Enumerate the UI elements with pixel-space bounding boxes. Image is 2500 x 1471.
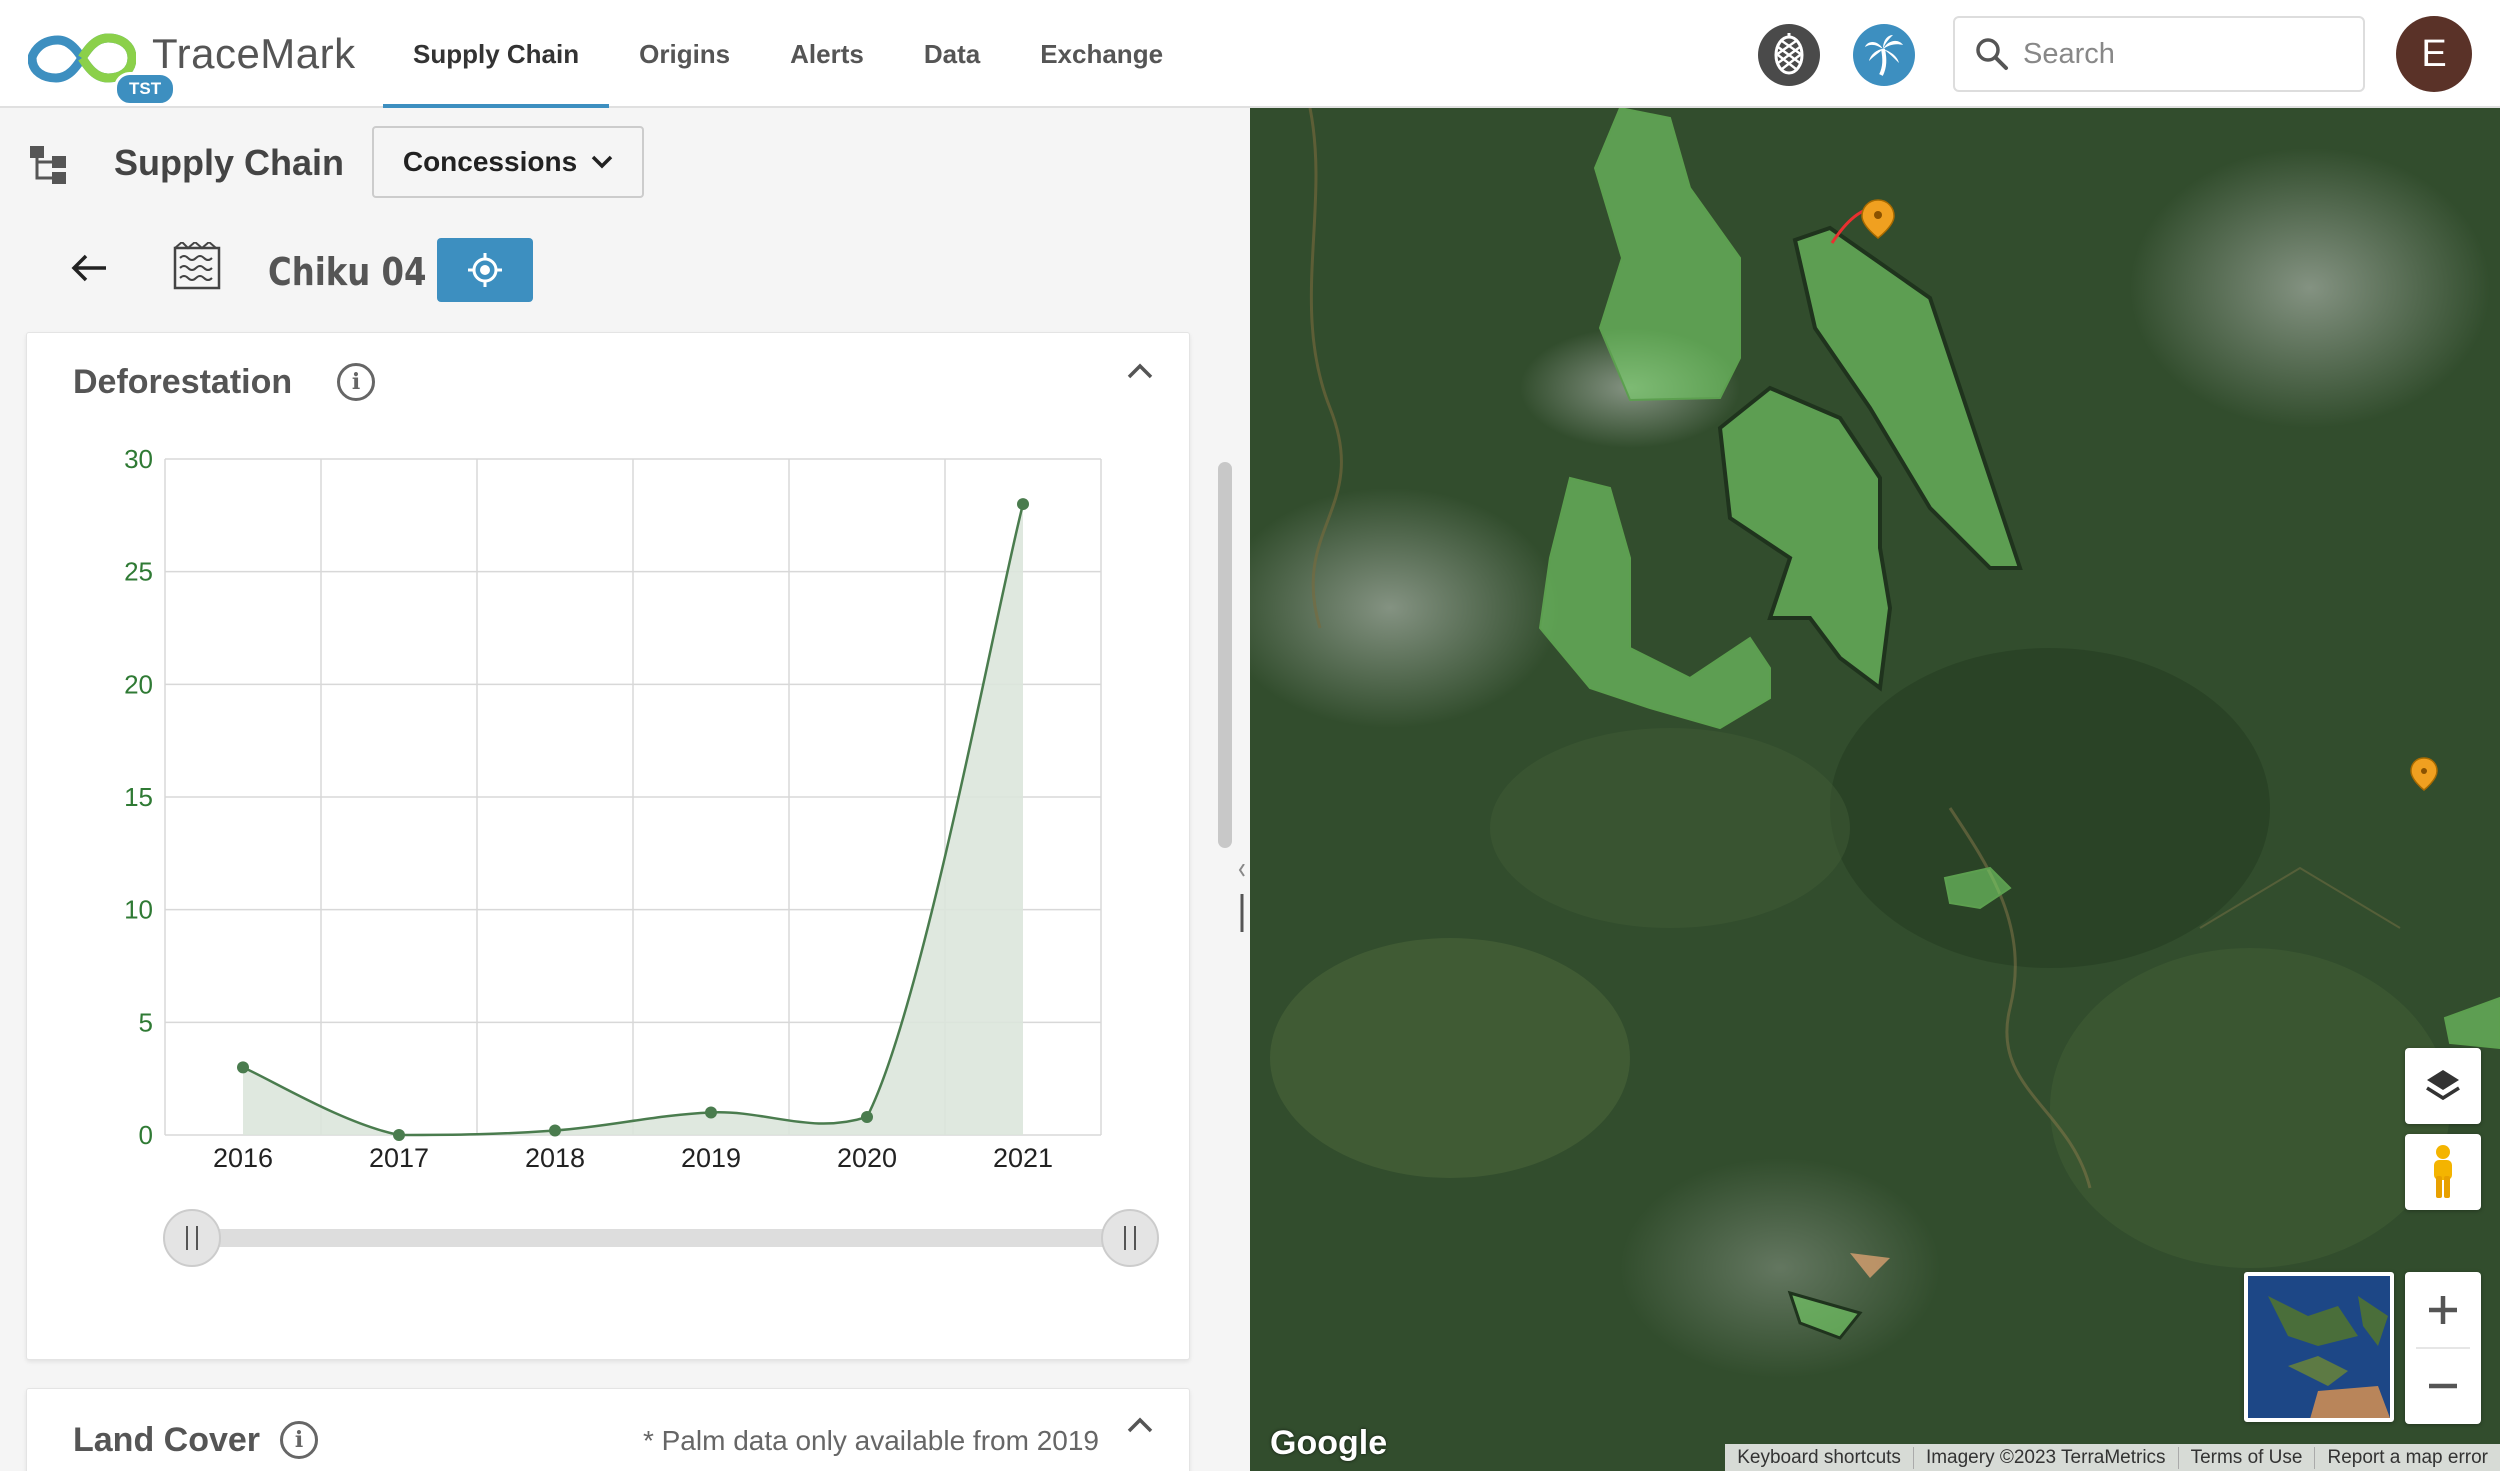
y-tick-label: 20: [124, 669, 153, 699]
land-cover-card: Land Cover i * Palm data only available …: [26, 1388, 1190, 1471]
panel-scrollbar[interactable]: [1218, 462, 1232, 848]
zoom-in-button[interactable]: [2405, 1272, 2481, 1347]
search-box[interactable]: [1953, 16, 2365, 92]
y-tick-label: 15: [124, 782, 153, 812]
locate-on-map-button[interactable]: [437, 238, 533, 302]
keyboard-shortcuts-link[interactable]: Keyboard shortcuts: [1725, 1447, 1913, 1469]
data-point: [705, 1106, 717, 1119]
entity-type-dropdown[interactable]: Concessions: [372, 126, 644, 198]
data-point: [549, 1124, 561, 1137]
terms-of-use-link[interactable]: Terms of Use: [2177, 1446, 2315, 1469]
commodity-pinecone-button[interactable]: [1758, 24, 1820, 86]
palm-tree-icon: [1865, 35, 1903, 76]
search-input[interactable]: [2023, 37, 2343, 71]
slider-handle-end[interactable]: [1101, 1209, 1159, 1267]
satellite-imagery: [1250, 108, 2500, 1471]
tab-alerts[interactable]: Alerts: [760, 0, 894, 108]
zoom-out-button[interactable]: [2405, 1349, 2481, 1424]
street-view-button[interactable]: [2405, 1134, 2481, 1210]
top-bar: TraceMark TST Supply Chain Origins Alert…: [0, 0, 2500, 108]
back-arrow-icon[interactable]: [70, 248, 110, 288]
tab-origins[interactable]: Origins: [609, 0, 760, 108]
plus-icon: [2429, 1295, 2457, 1324]
x-tick-label: 2017: [369, 1143, 429, 1173]
layers-icon: [2426, 1070, 2460, 1101]
tab-supply-chain[interactable]: Supply Chain: [383, 0, 610, 108]
slider-handle-start[interactable]: [163, 1209, 221, 1267]
tab-exchange[interactable]: Exchange: [1010, 0, 1193, 108]
hierarchy-icon: [30, 146, 66, 184]
year-range-slider[interactable]: [163, 1207, 1159, 1267]
map-view[interactable]: Google Keyboard shortcuts Imagery ©2023 …: [1250, 108, 2500, 1471]
info-icon[interactable]: i: [280, 1421, 318, 1459]
report-map-error-link[interactable]: Report a map error: [2314, 1446, 2500, 1469]
panel-title: Supply Chain: [114, 142, 345, 183]
y-tick-label: 0: [139, 1120, 153, 1150]
x-tick-label: 2019: [681, 1143, 741, 1173]
pinecone-icon: [1774, 33, 1804, 75]
env-badge: TST: [114, 72, 177, 106]
chevron-down-icon: [591, 155, 613, 169]
user-avatar[interactable]: E: [2396, 16, 2472, 92]
collapse-chevron-icon[interactable]: [1127, 1417, 1153, 1433]
y-tick-label: 10: [124, 895, 153, 925]
tab-data[interactable]: Data: [894, 0, 1010, 108]
app-logo[interactable]: TraceMark TST: [28, 22, 368, 106]
imagery-credit: Imagery ©2023 TerraMetrics: [1912, 1446, 2178, 1469]
crosshair-icon: [468, 253, 502, 287]
x-tick-label: 2020: [837, 1143, 897, 1173]
dropdown-value: Concessions: [402, 146, 578, 177]
minus-icon: [2429, 1384, 2457, 1389]
y-tick-label: 25: [124, 557, 153, 587]
data-point: [861, 1110, 873, 1123]
minimap-image: [2248, 1276, 2390, 1418]
y-tick-label: 5: [139, 1007, 153, 1037]
land-cover-title: Land Cover: [73, 1421, 261, 1459]
concession-icon: [173, 242, 221, 290]
x-tick-label: 2016: [213, 1143, 273, 1173]
data-point: [237, 1061, 249, 1074]
main-nav: Supply Chain Origins Alerts Data Exchang…: [383, 0, 1193, 108]
x-tick-label: 2018: [525, 1143, 585, 1173]
y-tick-label: 30: [124, 444, 153, 474]
x-tick-label: 2021: [993, 1143, 1053, 1173]
panel-header: Supply Chain Concessions: [30, 124, 730, 198]
zoom-control: [2405, 1272, 2481, 1424]
left-panel: Supply Chain Concessions Chiku 04 Defore…: [0, 108, 1248, 1471]
pegman-icon: [2434, 1145, 2452, 1198]
slider-track[interactable]: [193, 1229, 1129, 1247]
commodity-palm-button[interactable]: [1853, 24, 1915, 86]
deforestation-card: Deforestation i 0 5 10 15 20 25 30 2016 2017 2018…: [26, 332, 1190, 1360]
entity-header: Chiku 04: [70, 238, 770, 308]
panel-resize-handle[interactable]: [1238, 864, 1248, 934]
google-logo: Google: [1270, 1424, 1388, 1462]
data-point: [1017, 498, 1029, 511]
app-name: TraceMark: [152, 30, 356, 77]
map-attribution: Keyboard shortcuts Imagery ©2023 TerraMe…: [1725, 1444, 2500, 1471]
entity-name: Chiku 04: [268, 250, 427, 294]
map-type-thumbnail[interactable]: [2244, 1272, 2394, 1422]
search-icon: [1976, 38, 2008, 70]
palm-data-note: * Palm data only available from 2019: [642, 1425, 1099, 1456]
data-point: [393, 1129, 405, 1141]
map-layers-button[interactable]: [2405, 1048, 2481, 1124]
